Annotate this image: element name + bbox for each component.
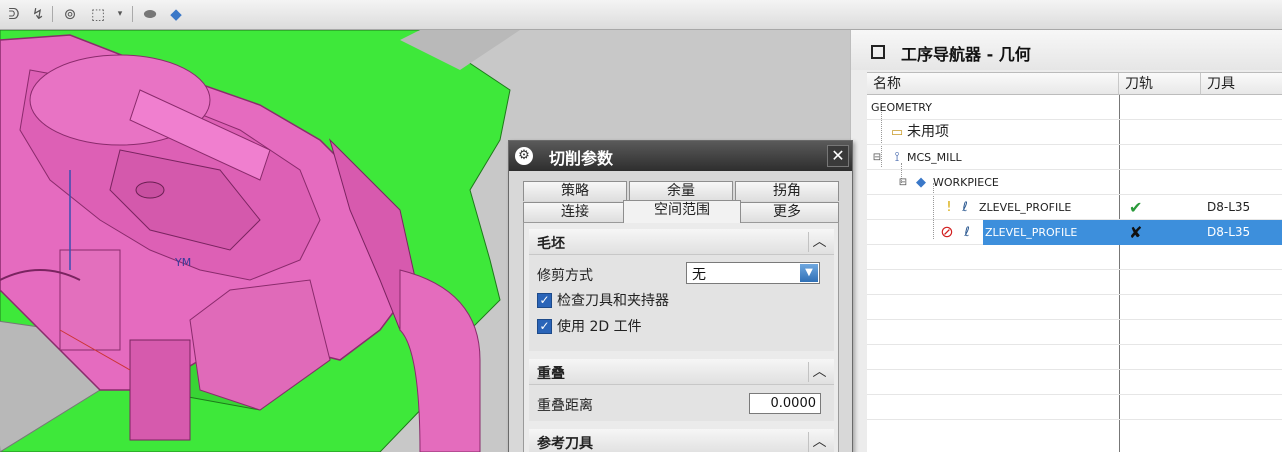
cam-application: ᕲ ↯ ⊚ ⬚ ▾ ⬬ ◆ YM 工序导航器 - 几何 名称 刀轨 刀具 GEO… xyxy=(0,0,1282,452)
empty-row xyxy=(867,295,1282,320)
tool-name: D8-L35 xyxy=(1207,225,1251,239)
tab-containment[interactable]: 空间范围 xyxy=(623,200,741,223)
empty-row xyxy=(867,245,1282,270)
group-title: 毛坯 xyxy=(537,236,565,252)
navigator-title: 工序导航器 - 几何 xyxy=(901,45,1031,64)
operation-navigator: 工序导航器 - 几何 名称 刀轨 刀具 GEOMETRY ▭ 未用项 ⊟ ⟟ M… xyxy=(850,30,1282,452)
group-header-reference-tool[interactable]: 参考刀具 ︿ xyxy=(529,429,834,452)
sweep-icon[interactable]: ↯ xyxy=(28,4,48,24)
cube-icon[interactable]: ◆ xyxy=(166,4,186,24)
chevron-up-icon[interactable]: ︿ xyxy=(808,232,830,252)
workpiece-icon: ◆ xyxy=(916,175,926,190)
tree-row-workpiece[interactable]: ⊟ ◆ WORKPIECE xyxy=(867,170,1282,195)
column-header-name[interactable]: 名称 xyxy=(867,73,1119,95)
tree-row-mcs-mill[interactable]: ⊟ ⟟ MCS_MILL xyxy=(867,145,1282,170)
tree-row-unused[interactable]: ▭ 未用项 xyxy=(867,120,1282,145)
tree-row-operation[interactable]: ! ℓ ZLEVEL_PROFILE ✔ D8-L35 xyxy=(867,195,1282,220)
empty-row xyxy=(867,270,1282,295)
group-header-blank[interactable]: 毛坯 ︿ xyxy=(529,229,834,255)
trim-method-label: 修剪方式 xyxy=(537,268,593,284)
group-title: 参考刀具 xyxy=(537,436,593,452)
path-status-cross-icon: ✘ xyxy=(1129,223,1143,242)
use-2d-workpiece-label: 使用 2D 工件 xyxy=(557,319,642,335)
tool-name: D8-L35 xyxy=(1207,200,1251,214)
collapse-icon[interactable]: ⊟ xyxy=(895,175,911,191)
tool-icon[interactable]: ᕲ xyxy=(4,4,24,24)
chevron-up-icon[interactable]: ︿ xyxy=(808,362,830,382)
operation-icon: ℓ xyxy=(964,225,970,240)
top-toolbar: ᕲ ↯ ⊚ ⬚ ▾ ⬬ ◆ xyxy=(0,0,1282,30)
gear-icon: ⚙ xyxy=(515,147,533,165)
tree-row-operation-selected[interactable]: ⊘ ℓ ZLEVEL_PROFILE ✘ D8-L35 xyxy=(867,220,1282,245)
tree-node-label: MCS_MILL xyxy=(907,151,962,164)
group-header-overlap[interactable]: 重叠 ︿ xyxy=(529,359,834,385)
operation-icon: ℓ xyxy=(962,200,968,215)
group-title: 重叠 xyxy=(537,366,565,382)
group-body-blank: 修剪方式 无 ▼ ✓ 检查刀具和夹持器 ✓ 使用 2D 工件 xyxy=(529,255,834,351)
tree-node-label: ZLEVEL_PROFILE xyxy=(979,201,1072,214)
chevron-up-icon[interactable]: ︿ xyxy=(808,432,830,452)
circle-shape-icon[interactable]: ⬬ xyxy=(140,4,160,24)
column-header-path[interactable]: 刀轨 xyxy=(1119,73,1201,95)
check-tool-label: 检查刀具和夹持器 xyxy=(557,293,669,309)
navigator-tree-table: 名称 刀轨 刀具 GEOMETRY ▭ 未用项 ⊟ ⟟ MCS_MILL ⊟ ◆ xyxy=(867,72,1282,452)
coordinate-system-icon: ⟟ xyxy=(894,150,900,165)
tree-node-label: WORKPIECE xyxy=(933,176,999,189)
close-button[interactable]: ✕ xyxy=(827,145,849,167)
empty-row xyxy=(867,395,1282,420)
tab-connections[interactable]: 连接 xyxy=(523,202,627,222)
toolbar-divider xyxy=(52,6,53,22)
tab-strategy[interactable]: 策略 xyxy=(523,181,627,201)
group-body-overlap: 重叠距离 0.0000 xyxy=(529,385,834,421)
selection-box-icon[interactable]: ⬚ xyxy=(88,4,108,24)
navigator-header: 工序导航器 - 几何 xyxy=(851,30,1282,70)
overlap-distance-input[interactable]: 0.0000 xyxy=(749,393,821,414)
tree-node-label: 未用项 xyxy=(907,124,949,140)
select-value: 无 xyxy=(692,267,706,283)
collapse-icon[interactable]: ⊟ xyxy=(869,150,885,166)
tab-stock[interactable]: 余量 xyxy=(629,181,733,201)
target-icon[interactable]: ⊚ xyxy=(60,4,80,24)
column-header-tool[interactable]: 刀具 xyxy=(1201,73,1282,95)
tree-node-label: GEOMETRY xyxy=(871,101,932,114)
tab-more[interactable]: 更多 xyxy=(735,202,839,222)
dialog-titlebar[interactable]: ⚙ 切削参数 ✕ xyxy=(509,141,852,171)
tree-node-label: ZLEVEL_PROFILE xyxy=(985,226,1078,239)
panel-toggle-icon[interactable] xyxy=(871,45,885,59)
warning-icon: ! xyxy=(946,200,952,215)
dialog-title: 切削参数 xyxy=(549,149,614,168)
tree-row-geometry[interactable]: GEOMETRY xyxy=(867,95,1282,120)
check-tool-checkbox[interactable]: ✓ xyxy=(537,293,552,308)
empty-row xyxy=(867,370,1282,395)
toolbar-divider xyxy=(132,6,133,22)
overlap-distance-label: 重叠距离 xyxy=(537,398,593,414)
prohibited-icon: ⊘ xyxy=(940,222,954,241)
dropdown-icon[interactable]: ▾ xyxy=(110,4,130,24)
empty-row xyxy=(867,320,1282,345)
tab-corners[interactable]: 拐角 xyxy=(735,181,839,201)
empty-row xyxy=(867,345,1282,370)
tab-content: 毛坯 ︿ 修剪方式 无 ▼ ✓ 检查刀具和夹持器 ✓ 使用 2D 工件 重叠 ︿… xyxy=(523,222,839,452)
folder-icon: ▭ xyxy=(890,125,904,140)
use-2d-workpiece-checkbox[interactable]: ✓ xyxy=(537,319,552,334)
cutting-parameters-dialog: ⚙ 切削参数 ✕ 策略 余量 拐角 连接 空间范围 更多 毛坯 ︿ 修剪方式 无… xyxy=(508,140,853,452)
path-status-check-icon: ✔ xyxy=(1129,198,1143,217)
chevron-down-icon[interactable]: ▼ xyxy=(800,264,818,282)
trim-method-select[interactable]: 无 ▼ xyxy=(686,262,820,284)
y-axis-label: YM xyxy=(174,256,191,269)
